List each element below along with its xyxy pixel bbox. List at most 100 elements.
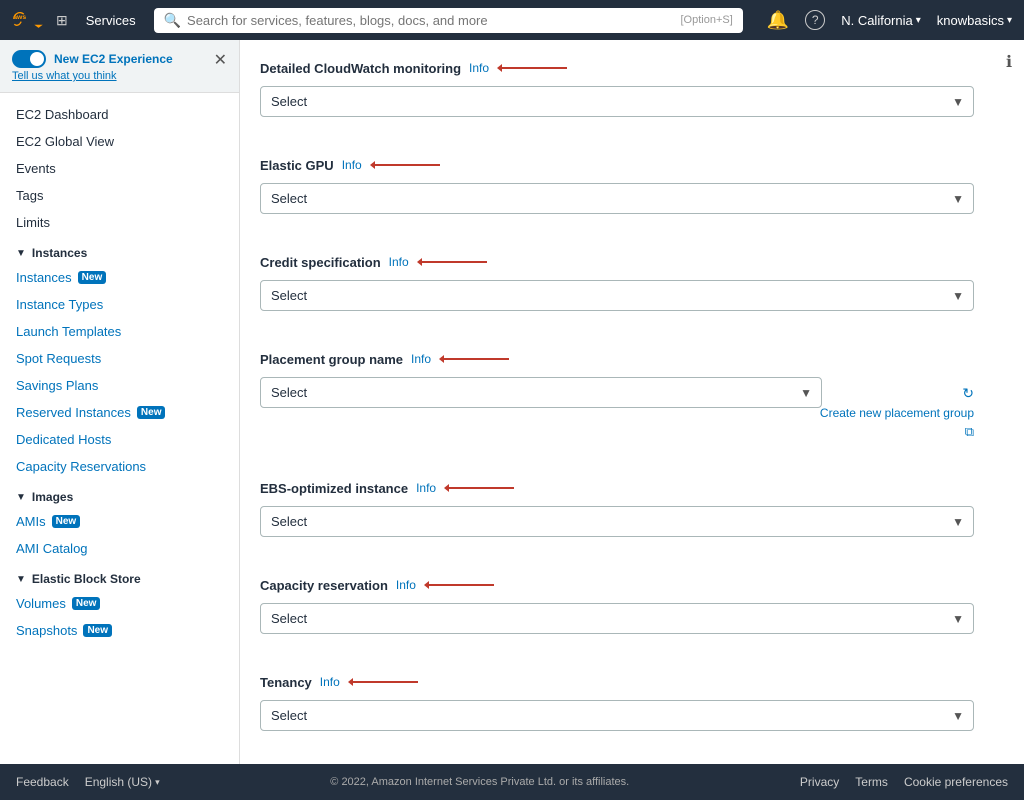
form-section-tenancy: Tenancy Info Select ▼ xyxy=(260,654,974,731)
terms-link[interactable]: Terms xyxy=(855,775,888,789)
sidebar-item-snapshots[interactable]: Snapshots New xyxy=(0,617,239,644)
bottom-left: Feedback English (US) xyxy=(16,775,160,789)
cookie-preferences-link[interactable]: Cookie preferences xyxy=(904,775,1008,789)
search-bar[interactable]: 🔍 [Option+S] xyxy=(154,8,743,33)
red-arrow-2 xyxy=(417,252,497,272)
grid-icon[interactable]: ⊞ xyxy=(56,12,68,29)
search-icon: 🔍 xyxy=(164,12,181,29)
bottom-bar: Feedback English (US) © 2022, Amazon Int… xyxy=(0,764,1024,800)
info-link-ebs-optimized[interactable]: Info xyxy=(416,481,436,495)
info-link-capacity-reservation[interactable]: Info xyxy=(396,578,416,592)
svg-text:aws: aws xyxy=(13,14,26,21)
form-section-placement-group: Placement group name Info Select ▼ xyxy=(260,331,974,440)
new-ec2-toggle-bar: New EC2 Experience Tell us what you thin… xyxy=(0,40,239,93)
form-section-ram-disk-id: RAM disk ID Info Select ▼ xyxy=(260,751,974,764)
bottom-right: Privacy Terms Cookie preferences xyxy=(800,775,1008,789)
red-arrow-1 xyxy=(370,155,450,175)
sidebar-item-amis[interactable]: AMIs New xyxy=(0,508,239,535)
page-info-icon[interactable]: ℹ xyxy=(1006,52,1012,72)
select-tenancy[interactable]: Select xyxy=(260,700,974,731)
sidebar-item-reserved-instances[interactable]: Reserved Instances New xyxy=(0,399,239,426)
services-label: Services xyxy=(86,13,136,28)
sidebar-item-volumes[interactable]: Volumes New xyxy=(0,590,239,617)
chevron-down-icon: ▼ xyxy=(16,248,26,259)
select-wrapper-elastic-gpu: Select ▼ xyxy=(260,183,974,214)
info-link-detailed-cloudwatch[interactable]: Info xyxy=(469,61,489,75)
new-ec2-sub-link[interactable]: Tell us what you think xyxy=(12,70,173,82)
form-section-capacity-reservation: Capacity reservation Info Select ▼ xyxy=(260,557,974,634)
sidebar-item-ami-catalog[interactable]: AMI Catalog xyxy=(0,535,239,562)
create-placement-link[interactable]: ↻ Create new placement group ⧉ xyxy=(834,377,974,440)
copyright-text: © 2022, Amazon Internet Services Private… xyxy=(330,776,629,788)
section-images-label: Images xyxy=(32,490,73,504)
search-input[interactable] xyxy=(187,13,674,28)
select-wrapper-detailed-cloudwatch: Select ▼ xyxy=(260,86,974,117)
select-placement-group[interactable]: Select xyxy=(260,377,822,408)
select-wrapper-tenancy: Select ▼ xyxy=(260,700,974,731)
select-wrapper-capacity-reservation: Select ▼ xyxy=(260,603,974,634)
search-shortcut: [Option+S] xyxy=(680,14,732,26)
placement-row: Select ▼ ↻ Create new placement group ⧉ xyxy=(260,377,974,440)
main-layout: New EC2 Experience Tell us what you thin… xyxy=(0,40,1024,764)
select-capacity-reservation[interactable]: Select xyxy=(260,603,974,634)
select-detailed-cloudwatch[interactable]: Select xyxy=(260,86,974,117)
sidebar-item-events[interactable]: Events xyxy=(0,155,239,182)
sidebar-item-ec2-dashboard[interactable]: EC2 Dashboard xyxy=(0,101,239,128)
badge-new-volumes: New xyxy=(72,597,101,610)
sidebar-item-tags[interactable]: Tags xyxy=(0,182,239,209)
close-icon[interactable]: ✕ xyxy=(214,50,227,70)
create-placement-label[interactable]: Create new placement group xyxy=(820,406,974,420)
sidebar-item-instance-types[interactable]: Instance Types xyxy=(0,291,239,318)
section-images[interactable]: ▼ Images xyxy=(0,480,239,508)
select-wrapper-ebs-optimized: Select ▼ xyxy=(260,506,974,537)
select-credit-specification[interactable]: Select xyxy=(260,280,974,311)
toggle-switch[interactable] xyxy=(12,50,46,68)
sidebar-item-limits[interactable]: Limits xyxy=(0,209,239,236)
sidebar-item-spot-requests[interactable]: Spot Requests xyxy=(0,345,239,372)
info-link-tenancy[interactable]: Info xyxy=(320,675,340,689)
services-button[interactable]: Services xyxy=(80,9,142,32)
new-ec2-label: New EC2 Experience xyxy=(54,52,173,66)
red-arrow-4 xyxy=(444,478,524,498)
red-arrow-0 xyxy=(497,58,577,78)
aws-logo[interactable]: aws xyxy=(12,10,44,30)
sidebar-item-savings-plans[interactable]: Savings Plans xyxy=(0,372,239,399)
sidebar-item-ec2-global-view[interactable]: EC2 Global View xyxy=(0,128,239,155)
right-info-panel: ℹ xyxy=(994,40,1024,764)
new-ec2-toggle[interactable]: New EC2 Experience xyxy=(12,50,173,68)
language-selector[interactable]: English (US) xyxy=(85,775,160,789)
info-link-credit-specification[interactable]: Info xyxy=(389,255,409,269)
feedback-link[interactable]: Feedback xyxy=(16,775,69,789)
red-arrow-5 xyxy=(424,575,504,595)
privacy-link[interactable]: Privacy xyxy=(800,775,839,789)
external-link-icon: ⧉ xyxy=(965,424,974,440)
sidebar-item-capacity-reservations[interactable]: Capacity Reservations xyxy=(0,453,239,480)
top-navigation: aws ⊞ Services 🔍 [Option+S] 🔔 ? N. Calif… xyxy=(0,0,1024,40)
account-selector[interactable]: knowbasics xyxy=(937,13,1012,28)
form-label-capacity-reservation: Capacity reservation Info xyxy=(260,575,974,595)
section-ebs[interactable]: ▼ Elastic Block Store xyxy=(0,562,239,590)
main-content: Detailed CloudWatch monitoring Info Sele… xyxy=(240,40,994,764)
sidebar-item-dedicated-hosts[interactable]: Dedicated Hosts xyxy=(0,426,239,453)
section-instances-label: Instances xyxy=(32,246,87,260)
sidebar-nav: EC2 Dashboard EC2 Global View Events Tag… xyxy=(0,93,239,652)
help-icon[interactable]: ? xyxy=(805,10,825,30)
form-label-elastic-gpu: Elastic GPU Info xyxy=(260,155,974,175)
select-elastic-gpu[interactable]: Select xyxy=(260,183,974,214)
bell-icon[interactable]: 🔔 xyxy=(767,10,789,31)
chevron-down-icon-ebs: ▼ xyxy=(16,574,26,585)
badge-new-instances: New xyxy=(78,271,107,284)
select-wrapper-credit-specification: Select ▼ xyxy=(260,280,974,311)
sidebar-item-instances[interactable]: Instances New xyxy=(0,264,239,291)
section-instances[interactable]: ▼ Instances xyxy=(0,236,239,264)
sidebar-item-launch-templates[interactable]: Launch Templates xyxy=(0,318,239,345)
region-selector[interactable]: N. California xyxy=(841,13,921,28)
form-label-tenancy: Tenancy Info xyxy=(260,672,974,692)
form-label-placement-group: Placement group name Info xyxy=(260,349,974,369)
info-link-placement-group[interactable]: Info xyxy=(411,352,431,366)
form-section-credit-specification: Credit specification Info Select ▼ xyxy=(260,234,974,311)
info-link-elastic-gpu[interactable]: Info xyxy=(342,158,362,172)
form-label-ebs-optimized: EBS-optimized instance Info xyxy=(260,478,974,498)
select-wrapper-placement-group: Select ▼ xyxy=(260,377,822,408)
select-ebs-optimized[interactable]: Select xyxy=(260,506,974,537)
